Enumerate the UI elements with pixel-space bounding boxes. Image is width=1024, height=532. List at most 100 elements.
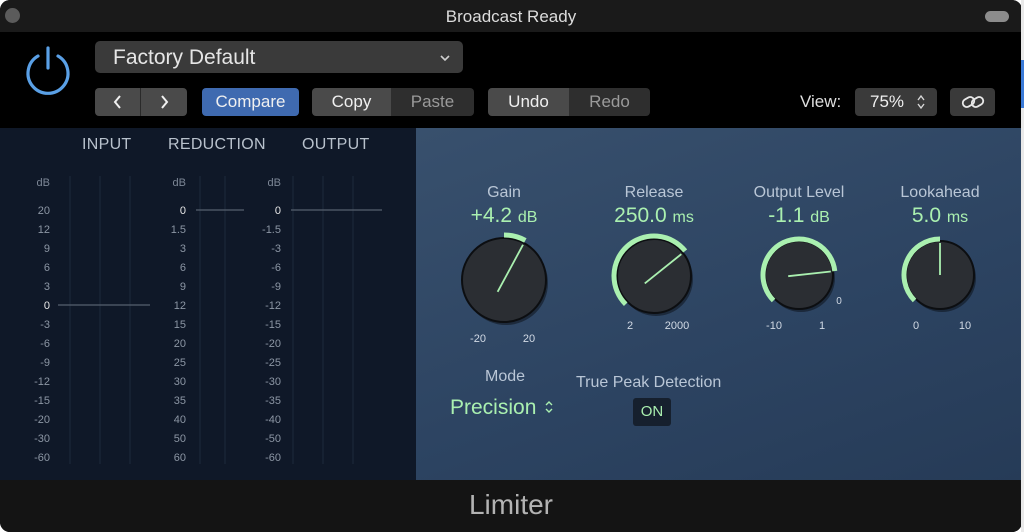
controls-panel: -20 20 2 2000 -10 1 0 0 10 Mode Precision True P… [416, 128, 1022, 480]
reduction-scale-tick: 6 [180, 262, 186, 274]
view-zoom-select[interactable]: 75% [855, 88, 937, 116]
reduction-scale-tick: 1.5 [171, 224, 186, 236]
link-button[interactable] [950, 88, 995, 116]
reduction-scale-tick: 15 [174, 319, 186, 331]
input-scale-tick: -20 [34, 414, 50, 426]
output-scale-tick: -50 [265, 433, 281, 445]
lookahead-min-caption: 0 [913, 320, 919, 332]
lookahead-value[interactable]: 5.0 ms [860, 204, 1020, 228]
reduction-scale-tick: 9 [180, 281, 186, 293]
mode-select[interactable]: Precision [450, 396, 554, 420]
gain-value-unit: dB [517, 209, 538, 226]
paste-button[interactable]: Paste [391, 88, 474, 116]
knob-area: -20 202 2000 -10 100 10 [461, 232, 976, 345]
input-scale-tick: 20 [38, 205, 50, 217]
reduction-scale-tick: 25 [174, 357, 186, 369]
output-level-value-number: -1.1 [768, 204, 811, 227]
preset-name: Factory Default [113, 46, 256, 69]
output-level-value[interactable]: -1.1 dB [719, 204, 879, 228]
gain-knob[interactable] [461, 232, 548, 325]
plugin-name: Limiter [468, 489, 553, 520]
input-scale-tick: -9 [40, 357, 50, 369]
lookahead-max-caption: 10 [959, 320, 971, 332]
release-label: Release [624, 184, 684, 201]
release-value[interactable]: 250.0 ms [574, 204, 734, 228]
output-scale-tick: -60 [265, 452, 281, 464]
release-value-number: 250.0 [614, 204, 673, 227]
input-scale-tick: -60 [34, 452, 50, 464]
output-scale-tick: -3 [271, 243, 281, 255]
meter-scales: dB20129630-3-6-9-12-15-20-30-60dB01.5369… [34, 176, 382, 464]
gain-label: Gain [487, 184, 521, 201]
preset-menu[interactable]: Factory Default [95, 41, 463, 73]
reduction-unit-label: dB [173, 177, 186, 189]
gain-max-caption: 20 [523, 333, 535, 345]
reduction-scale-tick: 40 [174, 414, 186, 426]
lookahead-value-number: 5.0 [911, 204, 947, 227]
output-scale-tick: -40 [265, 414, 281, 426]
copy-button[interactable]: Copy [312, 88, 391, 116]
reduction-scale-tick: 20 [174, 338, 186, 350]
input-scale-tick: 12 [38, 224, 50, 236]
compare-button[interactable]: Compare [202, 88, 299, 116]
input-scale-tick: 9 [44, 243, 50, 255]
link-icon [961, 96, 985, 108]
gain-min-caption: -20 [470, 333, 486, 345]
output-level-knob[interactable] [760, 236, 838, 312]
lookahead-knob[interactable] [901, 236, 976, 312]
reduction-scale-tick: 50 [174, 433, 186, 445]
output-unit-label: dB [268, 177, 281, 189]
release-knob[interactable] [611, 233, 693, 316]
plugin-window: Broadcast Ready Factory Default Compare … [0, 0, 1022, 532]
input-scale-tick: -30 [34, 433, 50, 445]
reduction-scale-tick: 3 [180, 243, 186, 255]
output-scale-tick: -30 [265, 376, 281, 388]
true-peak-toggle[interactable]: ON [633, 398, 671, 426]
output-scale-tick: -25 [265, 357, 281, 369]
power-button[interactable] [21, 43, 75, 102]
reduction-scale-tick: 0 [180, 205, 186, 217]
release-value-unit: ms [672, 209, 694, 226]
updown-chevron-icon [545, 401, 553, 413]
lookahead-label: Lookahead [900, 184, 980, 201]
gain-value[interactable]: +4.2 dB [424, 204, 584, 228]
input-scale-tick: 6 [44, 262, 50, 274]
meter-panel: INPUT REDUCTION OUTPUT dB 20 12 9 6 3 0 -3 -6 -9-… [0, 128, 416, 480]
true-peak-label: True Peak Detection [576, 374, 722, 391]
output-scale-tick: -15 [265, 319, 281, 331]
previous-preset-button[interactable] [95, 88, 141, 116]
output-scale-tick: -1.5 [262, 224, 281, 236]
output-level-value-unit: dB [810, 209, 830, 226]
gain-value-number: +4.2 [470, 204, 518, 227]
window-pill-button[interactable] [985, 11, 1009, 22]
mode-label: Mode [484, 368, 526, 385]
input-scale-tick: -15 [34, 395, 50, 407]
reduction-scale-tick: 35 [174, 395, 186, 407]
output-level-zero-caption: 0 [836, 296, 842, 307]
redo-button[interactable]: Redo [569, 88, 650, 116]
chevron-left-icon [113, 95, 121, 109]
input-scale-tick: 0 [44, 300, 50, 312]
output-scale-tick: -20 [265, 338, 281, 350]
output-scale-tick: -12 [265, 300, 281, 312]
plugin-header: Factory Default Compare Copy Paste Undo … [0, 32, 1022, 128]
output-level-max-caption: 1 [819, 320, 825, 332]
reduction-scale-tick: 30 [174, 376, 186, 388]
release-max-caption: 2000 [665, 320, 689, 332]
view-label: View: [800, 92, 842, 111]
output-scale-tick: -35 [265, 395, 281, 407]
output-scale-tick: -9 [271, 281, 281, 293]
mode-value: Precision [450, 396, 537, 419]
input-scale-tick: -6 [40, 338, 50, 350]
input-scale-tick: 3 [44, 281, 50, 293]
output-scale-tick: -6 [271, 262, 281, 274]
window-title: Broadcast Ready [445, 7, 577, 26]
next-preset-button[interactable] [141, 88, 187, 116]
input-unit-label: dB [37, 177, 50, 189]
lookahead-value-unit: ms [946, 209, 969, 226]
footer-bar: Limiter [0, 480, 1022, 532]
updown-chevron-icon [917, 94, 925, 110]
reduction-scale-tick: 60 [174, 452, 186, 464]
output-scale-tick: 0 [275, 205, 281, 217]
undo-button[interactable]: Undo [488, 88, 569, 116]
